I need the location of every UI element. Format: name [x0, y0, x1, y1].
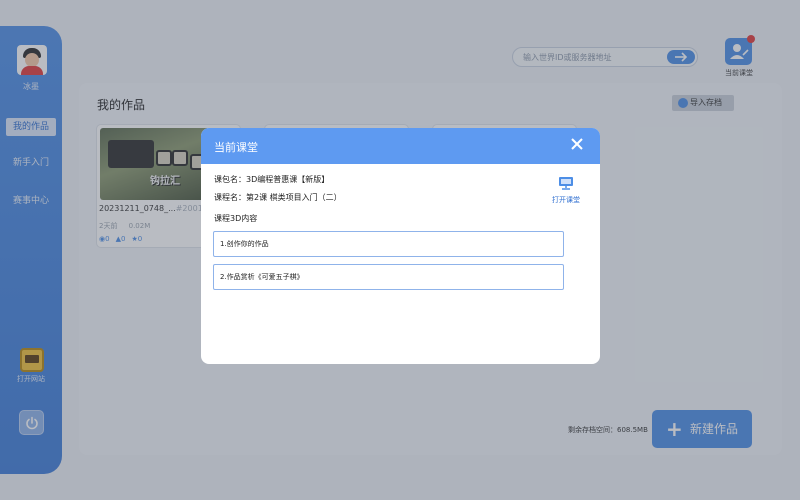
- course-name: 课程名：第2课 棋类项目入门（二）: [214, 193, 342, 202]
- close-icon[interactable]: [570, 137, 584, 151]
- package-name: 课包名：3D编程普惠课【新版】: [214, 175, 330, 184]
- content-heading: 课程3D内容: [214, 214, 258, 223]
- open-class-label: 打开课堂: [552, 196, 580, 204]
- dialog-header: 当前课堂: [201, 128, 600, 164]
- course-content-item[interactable]: 1.创作你的作品: [213, 231, 564, 257]
- dialog-title: 当前课堂: [214, 141, 258, 154]
- current-class-dialog: 当前课堂 课包名：3D编程普惠课【新版】 课程名：第2课 棋类项目入门（二） 课…: [201, 128, 600, 364]
- course-content-item[interactable]: 2.作品赏析《可爱五子棋》: [213, 264, 564, 290]
- open-class-button[interactable]: 打开课堂: [548, 175, 584, 205]
- monitor-icon: [559, 177, 573, 190]
